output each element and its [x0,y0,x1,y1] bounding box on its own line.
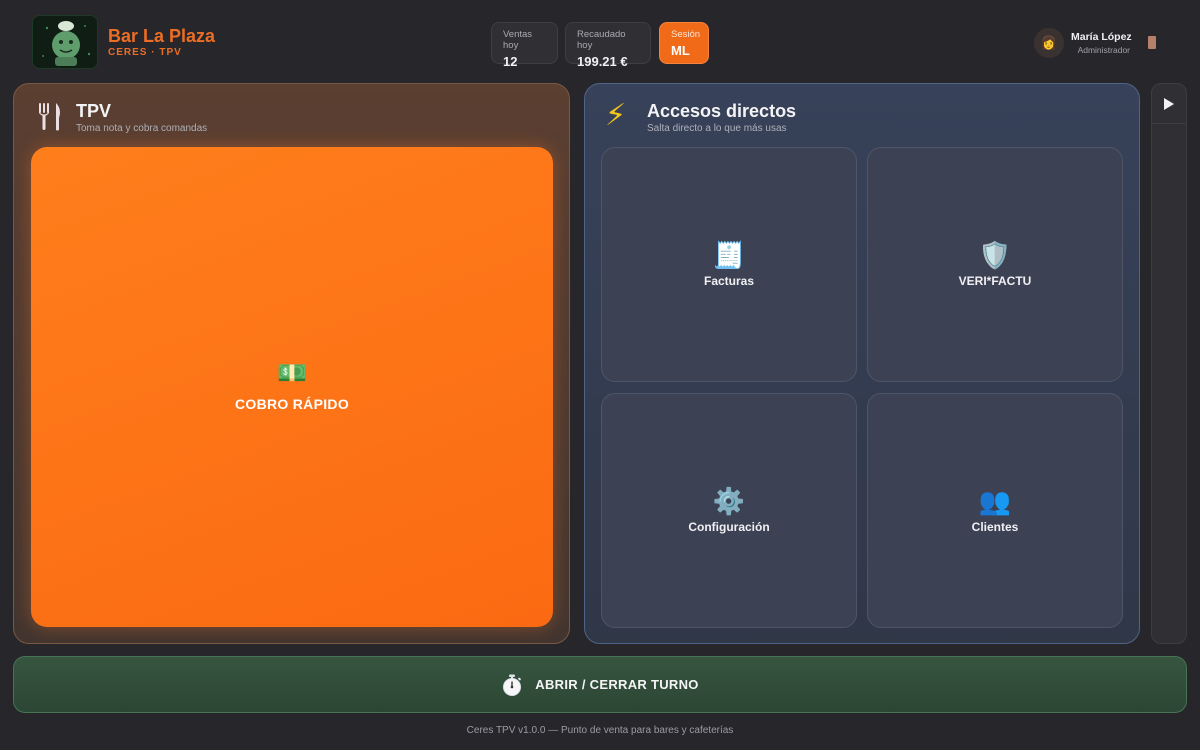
stat-label: Sesión [671,29,701,40]
stat-sales-today: Ventas hoy 12 [491,22,558,69]
play-icon [1164,97,1174,110]
money-icon: 💵 [277,360,307,387]
stat-value: 199.21 € [577,54,628,69]
shortcut-verifactu[interactable]: 🛡️ VERI*FACTU [867,147,1123,382]
panel-subtitle: Toma nota y cobra comandas [76,123,208,134]
shortcut-label: Configuración [688,519,770,534]
gear-icon: ⚙️ [712,485,746,516]
panel-subtitle: Salta directo a lo que más usas [647,123,787,134]
panel-title: Accesos directos [647,101,797,121]
business-name: Bar La Plaza [108,26,216,46]
user-avatar[interactable]: 👩 [1034,28,1064,58]
shortcut-label: Facturas [703,273,755,288]
receipt-icon: 🧾 [712,239,746,270]
stat-collected-today: Recaudado hoy 199.21 € [565,22,651,69]
quick-pay-button[interactable]: 💵 COBRO RÁPIDO [31,147,553,627]
shift-label: ABRIR / CERRAR TURNO [535,677,699,692]
footer-text: Ceres TPV v1.0.0 — Punto de venta para b… [466,725,734,736]
expand-button[interactable] [1152,84,1186,124]
logout-icon[interactable] [1148,36,1156,49]
tpv-panel: TPV Toma nota y cobra comandas 💵 COBRO R… [13,83,570,644]
panel-title: TPV [76,101,112,121]
stopwatch-icon [503,674,522,696]
stat-label: Recaudado hoy [577,29,626,51]
user-name: María López [1071,31,1132,43]
side-rail [1151,83,1187,644]
stat-value: 12 [503,54,518,69]
fork-knife-icon [39,103,60,131]
stat-value: ML [671,43,690,58]
quick-pay-label: COBRO RÁPIDO [234,396,350,412]
logo [32,15,98,69]
app-subtitle: CERES · TPV [108,47,182,58]
open-close-shift-button[interactable]: ABRIR / CERRAR TURNO [13,656,1187,713]
shortcut-customers[interactable]: 👥 Clientes [867,393,1123,628]
shortcuts-panel: ⚡ Accesos directos Salta directo a lo qu… [584,83,1140,644]
shortcut-invoices[interactable]: 🧾 Facturas [601,147,857,382]
user-role: Administrador [1077,45,1130,55]
header: Bar La Plaza CERES · TPV Ventas hoy 12 R… [0,0,1200,82]
shield-icon: 🛡️ [978,239,1012,270]
shortcut-label: Clientes [971,519,1019,534]
shortcut-label: VERI*FACTU [958,273,1032,288]
shortcut-settings[interactable]: ⚙️ Configuración [601,393,857,628]
stat-label: Ventas hoy [503,29,533,51]
lightning-icon: ⚡ [605,99,627,132]
session-badge[interactable]: Sesión ML [659,22,709,64]
users-icon: 👥 [978,485,1012,516]
